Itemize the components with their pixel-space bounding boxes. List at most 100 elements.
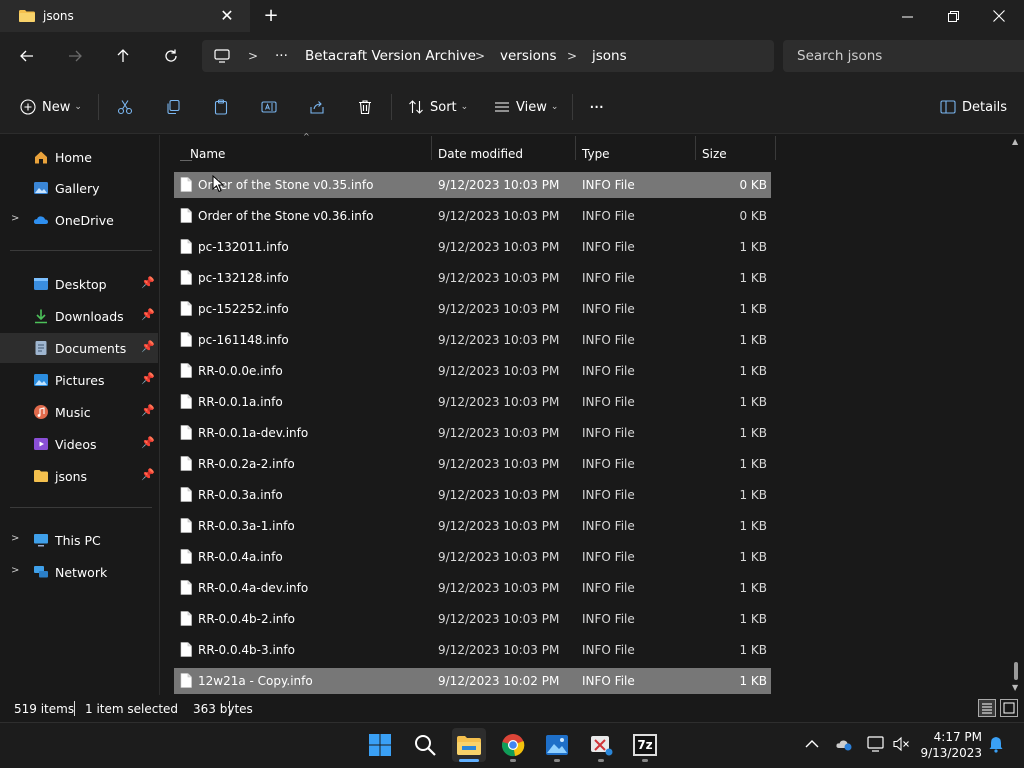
tab-jsons[interactable]: jsons ✕ — [0, 0, 250, 32]
desktop-icon — [33, 276, 49, 292]
pin-icon: 📌 — [141, 308, 155, 321]
table-row[interactable]: pc-132011.info 9/12/2023 10:03 PM INFO Fil… — [174, 234, 771, 260]
column-divider[interactable] — [695, 136, 696, 160]
cloud-icon — [33, 212, 49, 228]
back-button[interactable] — [15, 44, 39, 68]
sidebar-item-label: Gallery — [55, 181, 100, 196]
header-underline — [180, 160, 192, 161]
selection-count: 1 item selected — [85, 702, 179, 716]
new-tab-button[interactable]: + — [261, 5, 281, 27]
windows-logo-icon — [369, 734, 391, 756]
close-button[interactable] — [976, 0, 1022, 32]
taskbar-clock[interactable]: 4:17 PM 9/13/2023 — [920, 729, 982, 761]
copy-button[interactable] — [165, 94, 181, 120]
vertical-scrollbar[interactable]: ▲ ▼ — [1010, 137, 1022, 695]
search-button[interactable] — [408, 728, 442, 762]
table-row[interactable]: 12w21a - Copy.info 9/12/2023 10:02 PM INFO… — [174, 668, 771, 694]
sidebar-item-home[interactable]: Home — [0, 142, 158, 172]
minimize-button[interactable] — [884, 0, 930, 32]
onedrive-tray-button[interactable] — [834, 734, 854, 754]
scrollbar-thumb[interactable] — [1014, 662, 1018, 680]
table-row[interactable]: RR-0.0.0e.info 9/12/2023 10:03 PM INFO Fil… — [174, 358, 771, 384]
taskbar-file-explorer[interactable] — [452, 728, 486, 762]
sidebar-item-pictures[interactable]: Pictures 📌 — [0, 365, 158, 395]
column-divider[interactable] — [431, 136, 432, 160]
more-options-button[interactable]: ··· — [589, 94, 604, 120]
file-icon — [180, 363, 192, 381]
chevron-right-icon[interactable]: > — [11, 533, 19, 544]
sidebar-item-network[interactable]: > Network — [0, 557, 158, 587]
start-button[interactable] — [363, 728, 397, 762]
sidebar-item-gallery[interactable]: Gallery — [0, 173, 158, 203]
sidebar-item-this-pc[interactable]: > This PC — [0, 525, 158, 555]
scroll-up-icon[interactable]: ▲ — [1012, 137, 1018, 146]
sidebar-item-desktop[interactable]: Desktop 📌 — [0, 269, 158, 299]
up-button[interactable] — [111, 44, 135, 68]
table-row[interactable]: RR-0.0.4a.info 9/12/2023 10:03 PM INFO Fil… — [174, 544, 771, 570]
breadcrumb-betacraft[interactable]: Betacraft Version Archive — [305, 48, 476, 64]
view-button[interactable]: View ⌄ — [494, 94, 558, 120]
sidebar-item-jsons[interactable]: jsons 📌 — [0, 461, 158, 491]
sort-button[interactable]: Sort ⌄ — [408, 94, 468, 120]
table-row[interactable]: RR-0.0.4b-2.info 9/12/2023 10:03 PM INFO F… — [174, 606, 771, 632]
show-hidden-icons-button[interactable] — [802, 734, 822, 754]
pin-icon: 📌 — [141, 340, 155, 353]
table-row[interactable]: Order of the Stone v0.36.info 9/12/2023 1… — [174, 203, 771, 229]
volume-tray-button[interactable] — [892, 734, 912, 754]
table-row[interactable]: pc-152252.info 9/12/2023 10:03 PM INFO Fil… — [174, 296, 771, 322]
running-app-indicator — [642, 759, 648, 762]
share-button[interactable] — [309, 94, 325, 120]
column-divider[interactable] — [775, 136, 776, 160]
delete-button[interactable] — [357, 94, 373, 120]
column-header-size[interactable]: Size — [702, 147, 727, 161]
column-header-type[interactable]: Type — [582, 147, 610, 161]
restore-button[interactable] — [930, 0, 976, 32]
breadcrumb-versions[interactable]: versions — [500, 48, 556, 64]
table-row[interactable]: RR-0.0.4b-3.info 9/12/2023 10:03 PM INFO F… — [174, 637, 771, 663]
tab-close-button[interactable]: ✕ — [219, 6, 235, 26]
table-row[interactable]: pc-161148.info 9/12/2023 10:03 PM INFO Fil… — [174, 327, 771, 353]
sidebar-item-onedrive[interactable]: > OneDrive — [0, 205, 158, 235]
rename-button[interactable] — [261, 94, 277, 120]
sidebar-item-documents[interactable]: Documents 📌 — [0, 333, 158, 363]
sidebar-item-music[interactable]: Music 📌 — [0, 397, 158, 427]
toolbar-divider — [98, 94, 99, 120]
taskbar-photos[interactable] — [540, 728, 574, 762]
sidebar-item-label: jsons — [55, 469, 88, 484]
taskbar-7zip[interactable]: 7z — [628, 728, 662, 762]
paste-button[interactable] — [213, 94, 229, 120]
file-date: 9/12/2023 10:03 PM — [438, 519, 560, 533]
notification-button[interactable] — [986, 734, 1006, 754]
table-row[interactable]: RR-0.0.3a.info 9/12/2023 10:03 PM INFO Fil… — [174, 482, 771, 508]
table-row[interactable]: RR-0.0.2a-2.info 9/12/2023 10:03 PM INFO F… — [174, 451, 771, 477]
tiles-view-button[interactable] — [1000, 699, 1018, 717]
sidebar-item-downloads[interactable]: Downloads 📌 — [0, 301, 158, 331]
table-row[interactable]: pc-132128.info 9/12/2023 10:03 PM INFO Fil… — [174, 265, 771, 291]
scroll-down-icon[interactable]: ▼ — [1012, 683, 1018, 692]
taskbar-chrome[interactable] — [496, 728, 530, 762]
network-monitor-icon — [867, 736, 884, 752]
table-row[interactable]: Order of the Stone v0.35.info 9/12/2023 1… — [174, 172, 771, 198]
sidebar-item-label: Desktop — [55, 277, 107, 292]
column-header-date[interactable]: Date modified — [438, 147, 523, 161]
table-row[interactable]: RR-0.0.1a-dev.info 9/12/2023 10:03 PM INFO… — [174, 420, 771, 446]
network-tray-button[interactable] — [866, 734, 886, 754]
breadcrumb-ellipsis[interactable]: ··· — [275, 48, 288, 64]
refresh-button[interactable] — [159, 44, 183, 68]
table-row[interactable]: RR-0.0.1a.info 9/12/2023 10:03 PM INFO Fil… — [174, 389, 771, 415]
table-row[interactable]: RR-0.0.3a-1.info 9/12/2023 10:03 PM INFO F… — [174, 513, 771, 539]
cut-button[interactable] — [117, 94, 133, 120]
forward-button[interactable] — [63, 44, 87, 68]
table-row[interactable]: RR-0.0.4a-dev.info 9/12/2023 10:03 PM INFO… — [174, 575, 771, 601]
chevron-right-icon[interactable]: > — [11, 213, 19, 224]
file-type: INFO File — [582, 674, 635, 688]
column-divider[interactable] — [575, 136, 576, 160]
breadcrumb-jsons[interactable]: jsons — [592, 48, 627, 64]
details-button[interactable]: Details — [940, 94, 1007, 120]
new-button[interactable]: New ⌄ — [20, 94, 82, 120]
column-header-name[interactable]: Name — [190, 147, 225, 161]
chevron-right-icon[interactable]: > — [11, 565, 19, 576]
sidebar-item-videos[interactable]: Videos 📌 — [0, 429, 158, 459]
taskbar-snipping-tool[interactable] — [584, 728, 618, 762]
details-view-button[interactable] — [978, 699, 996, 717]
